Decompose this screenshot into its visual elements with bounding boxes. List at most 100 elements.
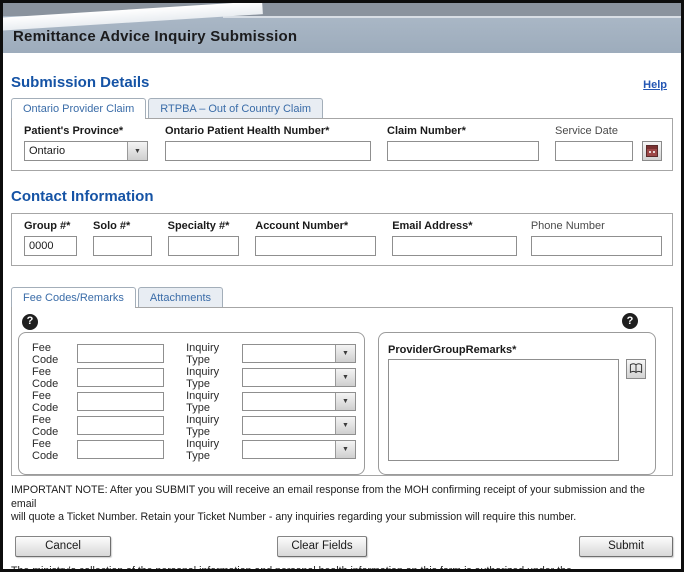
claim-number-input[interactable] xyxy=(387,141,539,161)
tab-attachments[interactable]: Attachments xyxy=(137,287,224,307)
chevron-down-icon: ▼ xyxy=(342,350,349,357)
inquiry-type-dropdown-button[interactable]: ▼ xyxy=(335,369,355,386)
fee-code-label: Fee Code xyxy=(32,413,59,438)
fee-row: Fee Code Inquiry Type ▼ xyxy=(32,365,356,390)
group-number-field: Group #* xyxy=(24,220,78,256)
tab-fee-codes-remarks[interactable]: Fee Codes/Remarks xyxy=(11,287,136,308)
health-number-input[interactable] xyxy=(165,141,371,161)
health-number-field: Ontario Patient Health Number* xyxy=(165,125,371,161)
patients-province-value[interactable] xyxy=(25,142,127,160)
fee-code-input[interactable] xyxy=(77,392,165,411)
inquiry-type-dropdown-button[interactable]: ▼ xyxy=(335,345,355,362)
email-address-input[interactable] xyxy=(392,236,517,256)
cancel-button[interactable]: Cancel xyxy=(15,535,111,557)
inquiry-type-select[interactable]: ▼ xyxy=(242,392,356,411)
solo-number-label: Solo #* xyxy=(93,220,131,232)
inquiry-type-dropdown-button[interactable]: ▼ xyxy=(335,417,355,434)
fee-row: Fee Code Inquiry Type ▼ xyxy=(32,437,356,462)
inquiry-type-label: Inquiry Type xyxy=(186,365,220,390)
inquiry-type-value[interactable] xyxy=(243,369,335,386)
remittance-inquiry-window: Remittance Advice Inquiry Submission Sub… xyxy=(0,0,684,572)
account-number-field: Account Number* xyxy=(255,220,377,256)
patients-province-field: Patient's Province* ▼ xyxy=(24,125,148,161)
patients-province-select[interactable]: ▼ xyxy=(24,141,148,161)
important-note: IMPORTANT NOTE: After you SUBMIT you wil… xyxy=(11,484,673,525)
account-number-input[interactable] xyxy=(255,236,377,256)
service-date-field: Service Date xyxy=(555,125,662,161)
claim-number-field: Claim Number* xyxy=(387,125,539,161)
group-number-input[interactable] xyxy=(24,236,78,256)
remarks-panel: ProviderGroupRemarks* xyxy=(378,331,656,475)
claim-type-tabs: Ontario Provider Claim RTPBA – Out of Co… xyxy=(11,98,673,119)
account-number-label: Account Number* xyxy=(255,220,349,232)
provider-group-remarks-textarea[interactable] xyxy=(388,358,619,461)
phone-number-label: Phone Number xyxy=(530,220,605,232)
chevron-down-icon: ▼ xyxy=(342,422,349,429)
solo-number-field: Solo #* xyxy=(93,220,152,256)
inquiry-type-label: Inquiry Type xyxy=(186,413,220,438)
clear-fields-button[interactable]: Clear Fields xyxy=(277,535,367,557)
fee-code-input[interactable] xyxy=(77,344,165,363)
phone-number-field: Phone Number xyxy=(530,220,662,256)
claim-number-label: Claim Number* xyxy=(387,125,466,137)
fee-codes-remarks-tab-content: ? ? Fee Code Inquiry Type ▼ Fee Code Inq… xyxy=(11,307,673,476)
fee-code-input[interactable] xyxy=(77,416,165,435)
inquiry-type-value[interactable] xyxy=(243,345,335,362)
inquiry-type-select[interactable]: ▼ xyxy=(242,416,356,435)
help-link[interactable]: Help xyxy=(643,79,667,91)
inquiry-type-value[interactable] xyxy=(243,441,335,458)
calendar-button[interactable] xyxy=(642,141,662,161)
inquiry-type-select[interactable]: ▼ xyxy=(242,344,356,363)
fee-code-label: Fee Code xyxy=(32,437,59,462)
open-book-icon xyxy=(629,363,643,374)
help-question-icon[interactable]: ? xyxy=(22,313,38,330)
calendar-icon xyxy=(646,145,658,157)
fee-codes-panel: Fee Code Inquiry Type ▼ Fee Code Inquiry… xyxy=(18,331,365,475)
fee-row: Fee Code Inquiry Type ▼ xyxy=(32,341,356,366)
action-buttons: Cancel Clear Fields Submit xyxy=(11,535,673,557)
chevron-down-icon: ▼ xyxy=(342,398,349,405)
provider-group-remarks-label: ProviderGroupRemarks* xyxy=(388,343,517,356)
inquiry-type-select[interactable]: ▼ xyxy=(242,440,356,459)
health-number-label: Ontario Patient Health Number* xyxy=(165,125,330,137)
service-date-input[interactable] xyxy=(555,141,633,161)
submit-button[interactable]: Submit xyxy=(579,535,673,557)
inquiry-type-value[interactable] xyxy=(243,417,335,434)
patients-province-dropdown-button[interactable]: ▼ xyxy=(127,142,147,160)
fee-code-input[interactable] xyxy=(77,368,165,387)
solo-number-input[interactable] xyxy=(93,236,152,256)
fee-code-label: Fee Code xyxy=(32,365,59,390)
fee-section-tabs: Fee Codes/Remarks Attachments xyxy=(11,287,673,308)
submission-details-heading: Submission Details xyxy=(11,74,150,91)
important-note-line1: IMPORTANT NOTE: After you SUBMIT you wil… xyxy=(11,484,645,510)
inquiry-type-label: Inquiry Type xyxy=(186,437,220,462)
form-content: Submission Details Help Ontario Provider… xyxy=(3,74,681,572)
masthead-highlight-line xyxy=(223,16,681,18)
patients-province-label: Patient's Province* xyxy=(24,125,124,137)
inquiry-type-value[interactable] xyxy=(243,393,335,410)
help-question-icon[interactable]: ? xyxy=(622,313,638,329)
specialty-number-input[interactable] xyxy=(167,236,240,256)
service-date-label: Service Date xyxy=(555,125,618,137)
privacy-statement: The ministry's collection of the persona… xyxy=(11,564,673,572)
contact-fields-box: Group #* Solo #* Specialty #* Account Nu… xyxy=(11,213,673,266)
inquiry-type-label: Inquiry Type xyxy=(186,389,220,414)
phone-number-input[interactable] xyxy=(530,236,662,256)
inquiry-type-label: Inquiry Type xyxy=(186,341,220,366)
tab-ontario-provider-claim[interactable]: Ontario Provider Claim xyxy=(11,98,147,119)
chevron-down-icon: ▼ xyxy=(342,374,349,381)
fee-code-input[interactable] xyxy=(77,440,165,459)
fee-row: Fee Code Inquiry Type ▼ xyxy=(32,413,356,438)
inquiry-type-select[interactable]: ▼ xyxy=(242,368,356,387)
tab-rtpba-out-of-country-claim[interactable]: RTPBA – Out of Country Claim xyxy=(148,98,324,118)
submission-heading-row: Submission Details Help xyxy=(11,74,673,91)
specialty-number-label: Specialty #* xyxy=(167,220,230,232)
remarks-lookup-button[interactable] xyxy=(626,358,646,379)
privacy-statement-line1: The ministry's collection of the persona… xyxy=(11,564,572,572)
inquiry-type-dropdown-button[interactable]: ▼ xyxy=(335,441,355,458)
fee-row: Fee Code Inquiry Type ▼ xyxy=(32,389,356,414)
fee-code-label: Fee Code xyxy=(32,389,59,414)
submission-fields-box: Patient's Province* ▼ Ontario Patient He… xyxy=(11,118,673,171)
contact-information-heading: Contact Information xyxy=(11,188,154,205)
inquiry-type-dropdown-button[interactable]: ▼ xyxy=(335,393,355,410)
